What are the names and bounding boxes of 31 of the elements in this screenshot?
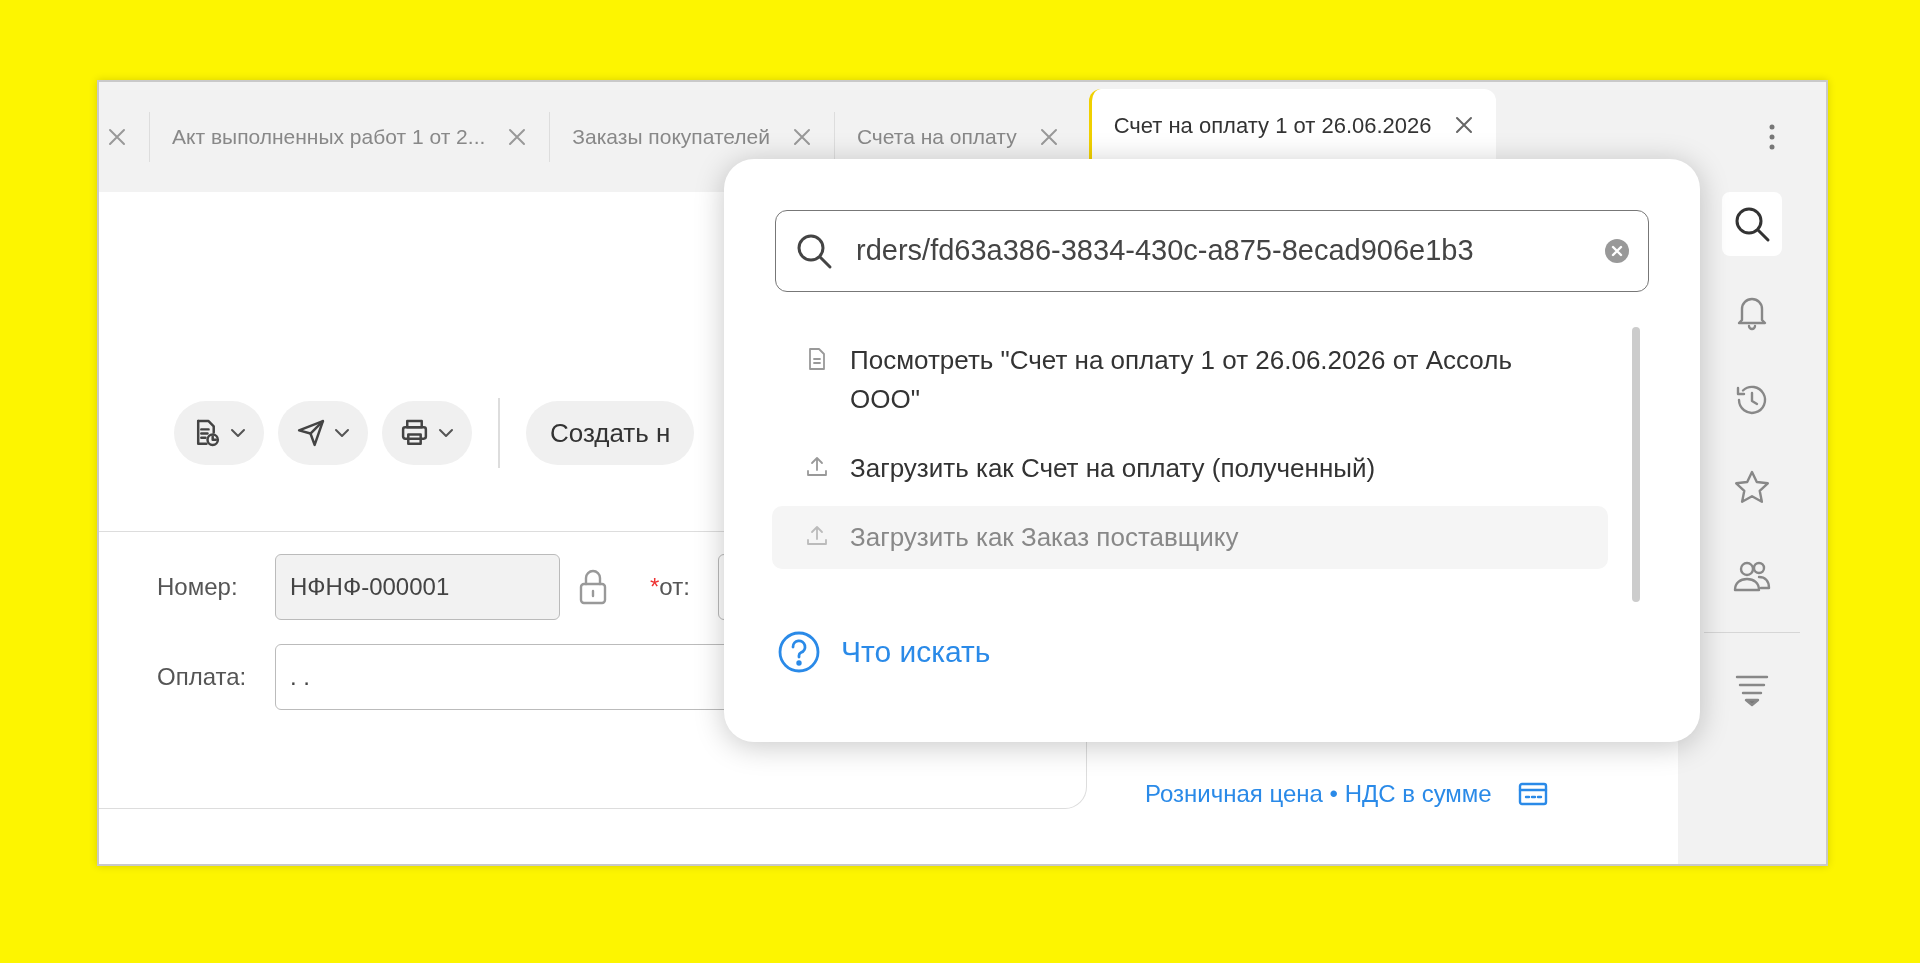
card-icon	[1517, 782, 1548, 806]
search-result[interactable]: Загрузить как Счет на оплату (полученный)	[772, 437, 1608, 500]
padlock-icon	[578, 568, 608, 606]
number-field[interactable]: НФНФ-000001	[275, 554, 560, 620]
tab[interactable]: Счет на оплату 1 от 26.06.2026	[1088, 89, 1496, 161]
price-link[interactable]: Розничная цена • НДС в сумме	[1145, 776, 1492, 812]
vertical-dots-icon	[1768, 123, 1776, 151]
caret-icon	[230, 428, 246, 438]
caret-icon	[334, 428, 350, 438]
help-icon	[777, 629, 821, 674]
caret-icon	[438, 428, 454, 438]
search-result[interactable]: Посмотреть "Счет на оплату 1 от 26.06.2026 от Ассоль ООО"	[772, 329, 1608, 431]
close-icon	[1038, 127, 1059, 147]
close-icon	[107, 127, 127, 147]
clear-icon	[1604, 238, 1630, 264]
close-icon	[1453, 115, 1474, 135]
field-label: Оплата:	[157, 662, 248, 692]
printer-icon	[400, 418, 430, 448]
upload-icon	[806, 455, 828, 479]
document-icon	[806, 347, 828, 371]
upload-icon	[806, 524, 828, 548]
create-button[interactable]: Создать н	[526, 401, 695, 465]
field-label: Номер:	[157, 572, 239, 602]
sidebar-button[interactable]	[1722, 192, 1782, 256]
field-label: от:	[659, 572, 690, 602]
scrollbar[interactable]	[1632, 327, 1640, 602]
close-icon	[791, 127, 812, 147]
paper-plane-icon	[296, 418, 326, 448]
close-icon	[507, 127, 528, 147]
required-mark: *	[650, 572, 660, 602]
search-field[interactable]: rders/fd63a386-3834-430c-a875-8ecad906e1b3	[775, 210, 1649, 292]
